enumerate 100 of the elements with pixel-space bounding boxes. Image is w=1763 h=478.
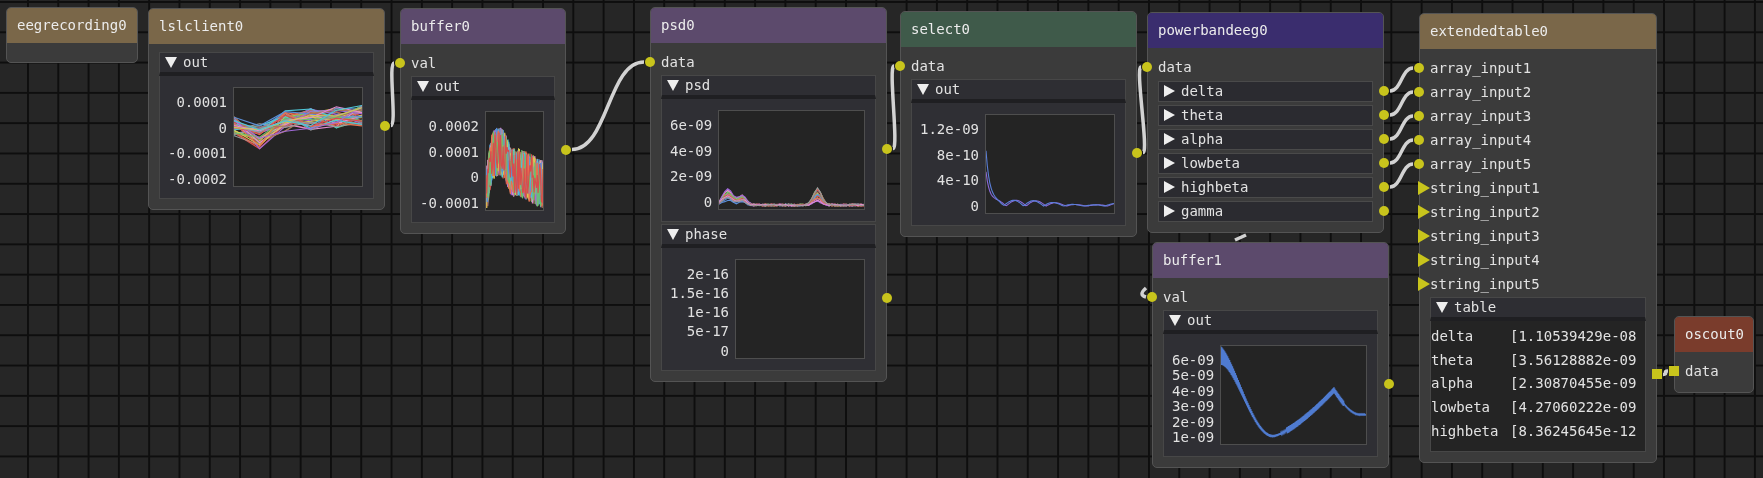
input-pin[interactable] <box>1414 135 1424 145</box>
input-pin[interactable] <box>645 57 655 67</box>
axis-tick-label: 6e-09 <box>1172 353 1215 369</box>
input-pin[interactable] <box>1669 366 1679 376</box>
input-pin[interactable] <box>1418 181 1430 195</box>
node-panel[interactable]: oscout0 data <box>1674 316 1754 393</box>
node-panel[interactable]: select0 data out 1.2e-09 8e-10 4e-10 0 <box>900 11 1137 237</box>
axis-tick-label: 1.5e-16 <box>670 286 729 302</box>
band-header[interactable]: highbeta <box>1158 176 1373 198</box>
node-panel[interactable] <box>1419 13 1657 463</box>
node-panel[interactable]: powerbandeeg0 data delta theta alpha lowbeta highbeta gamma <box>1147 12 1384 233</box>
band-header[interactable]: gamma <box>1158 200 1373 222</box>
input-label: data <box>1685 361 1719 381</box>
node-header[interactable]: psd0 <box>651 8 886 43</box>
axis-tick-label: 0.0002 <box>428 119 479 135</box>
input-label: val <box>1163 287 1189 307</box>
node-header[interactable]: lslclient0 <box>149 9 384 44</box>
section-header[interactable]: psd <box>661 75 876 99</box>
input-label: string_input2 <box>1430 202 1540 223</box>
input-label: data <box>661 52 695 72</box>
output-pin[interactable] <box>380 120 390 131</box>
axis-tick-label: 1e-16 <box>686 305 729 321</box>
axis-tick-label: 5e-09 <box>1172 368 1215 384</box>
link-wire[interactable] <box>1662 369 1669 377</box>
output-pin[interactable] <box>882 143 892 154</box>
node-header[interactable]: eegrecording0 <box>7 8 137 43</box>
node-header[interactable]: select0 <box>901 12 1136 47</box>
node-header[interactable]: oscout0 <box>1675 317 1753 352</box>
output-pin[interactable] <box>1379 110 1389 120</box>
table-cell-text: [4.27060222e-09 <box>1510 398 1637 418</box>
section-header[interactable]: table <box>1430 297 1646 321</box>
node-header[interactable]: extendedtable0 <box>1420 14 1656 49</box>
section-header[interactable]: phase <box>661 224 876 248</box>
output-pin[interactable] <box>1379 158 1389 168</box>
axis-tick-label: 4e-09 <box>1172 383 1215 400</box>
output-pin[interactable] <box>1652 369 1662 380</box>
input-pin[interactable] <box>1414 63 1424 73</box>
output-pin[interactable] <box>1379 134 1389 144</box>
section-header[interactable]: out <box>911 79 1126 103</box>
axis-tick-label: 0 <box>720 343 729 359</box>
axis-tick-label: 2e-09 <box>1172 414 1215 430</box>
axis-tick-label: 0.0001 <box>428 144 479 160</box>
input-pin[interactable] <box>1414 87 1424 97</box>
input-label: data <box>1158 57 1192 77</box>
output-pin[interactable] <box>882 292 892 303</box>
input-pin[interactable] <box>1142 62 1152 72</box>
input-label: array_input1 <box>1430 58 1532 79</box>
output-pin[interactable] <box>1379 206 1389 216</box>
link-wire[interactable] <box>890 65 897 150</box>
input-pin[interactable] <box>1418 205 1430 219</box>
input-pin[interactable] <box>395 58 405 68</box>
axis-tick-label: 8e-10 <box>936 147 979 163</box>
input-pin[interactable] <box>895 61 905 71</box>
output-pin[interactable] <box>1384 378 1394 389</box>
node-header[interactable]: buffer1 <box>1153 243 1388 278</box>
section-header[interactable]: out <box>411 76 555 100</box>
link-wire[interactable] <box>1137 66 1147 154</box>
output-pin[interactable] <box>1379 182 1389 192</box>
section-header[interactable]: out <box>159 52 374 76</box>
link-wire[interactable] <box>1234 233 1247 242</box>
band-header[interactable]: theta <box>1158 104 1373 126</box>
node-header[interactable]: powerbandeeg0 <box>1148 13 1383 48</box>
input-pin[interactable] <box>1147 292 1157 302</box>
band-header[interactable]: delta <box>1158 80 1373 102</box>
node-panel[interactable]: eegrecording0 <box>6 7 138 63</box>
link-wire[interactable] <box>1389 138 1414 165</box>
axis-tick-label: 4e-10 <box>936 173 979 189</box>
table-cell-text: [2.30870455e-09 <box>1510 374 1637 394</box>
node-panel[interactable]: buffer0 val out 0.0002 0.0001 0 -0.0001 <box>400 8 566 234</box>
link-wire[interactable] <box>1140 286 1148 299</box>
link-wire[interactable] <box>1389 162 1414 189</box>
band-header[interactable]: alpha <box>1158 128 1373 150</box>
axis-tick-label: 4e-09 <box>670 143 713 159</box>
link-wire[interactable] <box>1389 114 1414 141</box>
node-panel[interactable]: lslclient0 out 0.0001 0 -0.0001 -0.0002 <box>148 8 385 210</box>
band-header[interactable]: lowbeta <box>1158 152 1373 174</box>
link-wire[interactable] <box>1389 66 1414 93</box>
node-panel[interactable]: psd0 data psd 6e-09 4e-09 2e-09 0 phase 2e-16 1.5e-16 1e-16 5e-17 0 <box>650 7 887 382</box>
output-pin[interactable] <box>1379 86 1389 96</box>
link-wire[interactable] <box>571 60 645 152</box>
section-header[interactable]: out <box>1163 310 1378 334</box>
input-pin[interactable] <box>1414 159 1424 169</box>
axis-tick-label: 0 <box>703 194 713 210</box>
input-label: string_input4 <box>1430 250 1540 271</box>
output-pin[interactable] <box>1132 147 1142 158</box>
axis-tick-label: -0.0001 <box>420 195 479 211</box>
node-panel[interactable]: buffer1 val out 6e-09 5e-09 4e-09 3e-09 2e-09 1e-09 <box>1152 242 1389 468</box>
table-cell-text: theta <box>1431 350 1475 370</box>
input-pin[interactable] <box>1418 229 1430 243</box>
node-header[interactable]: buffer0 <box>401 9 565 44</box>
output-pin[interactable] <box>561 144 571 155</box>
axis-tick-label: 2e-16 <box>686 267 729 283</box>
table-cell-text: lowbeta <box>1431 398 1491 418</box>
axis-tick-label: 1.2e-09 <box>920 122 979 138</box>
input-label: data <box>911 56 945 76</box>
input-pin[interactable] <box>1418 253 1430 267</box>
input-pin[interactable] <box>1418 277 1430 291</box>
link-wire[interactable] <box>1389 90 1414 117</box>
link-wire[interactable] <box>389 62 396 127</box>
input-pin[interactable] <box>1414 111 1424 121</box>
